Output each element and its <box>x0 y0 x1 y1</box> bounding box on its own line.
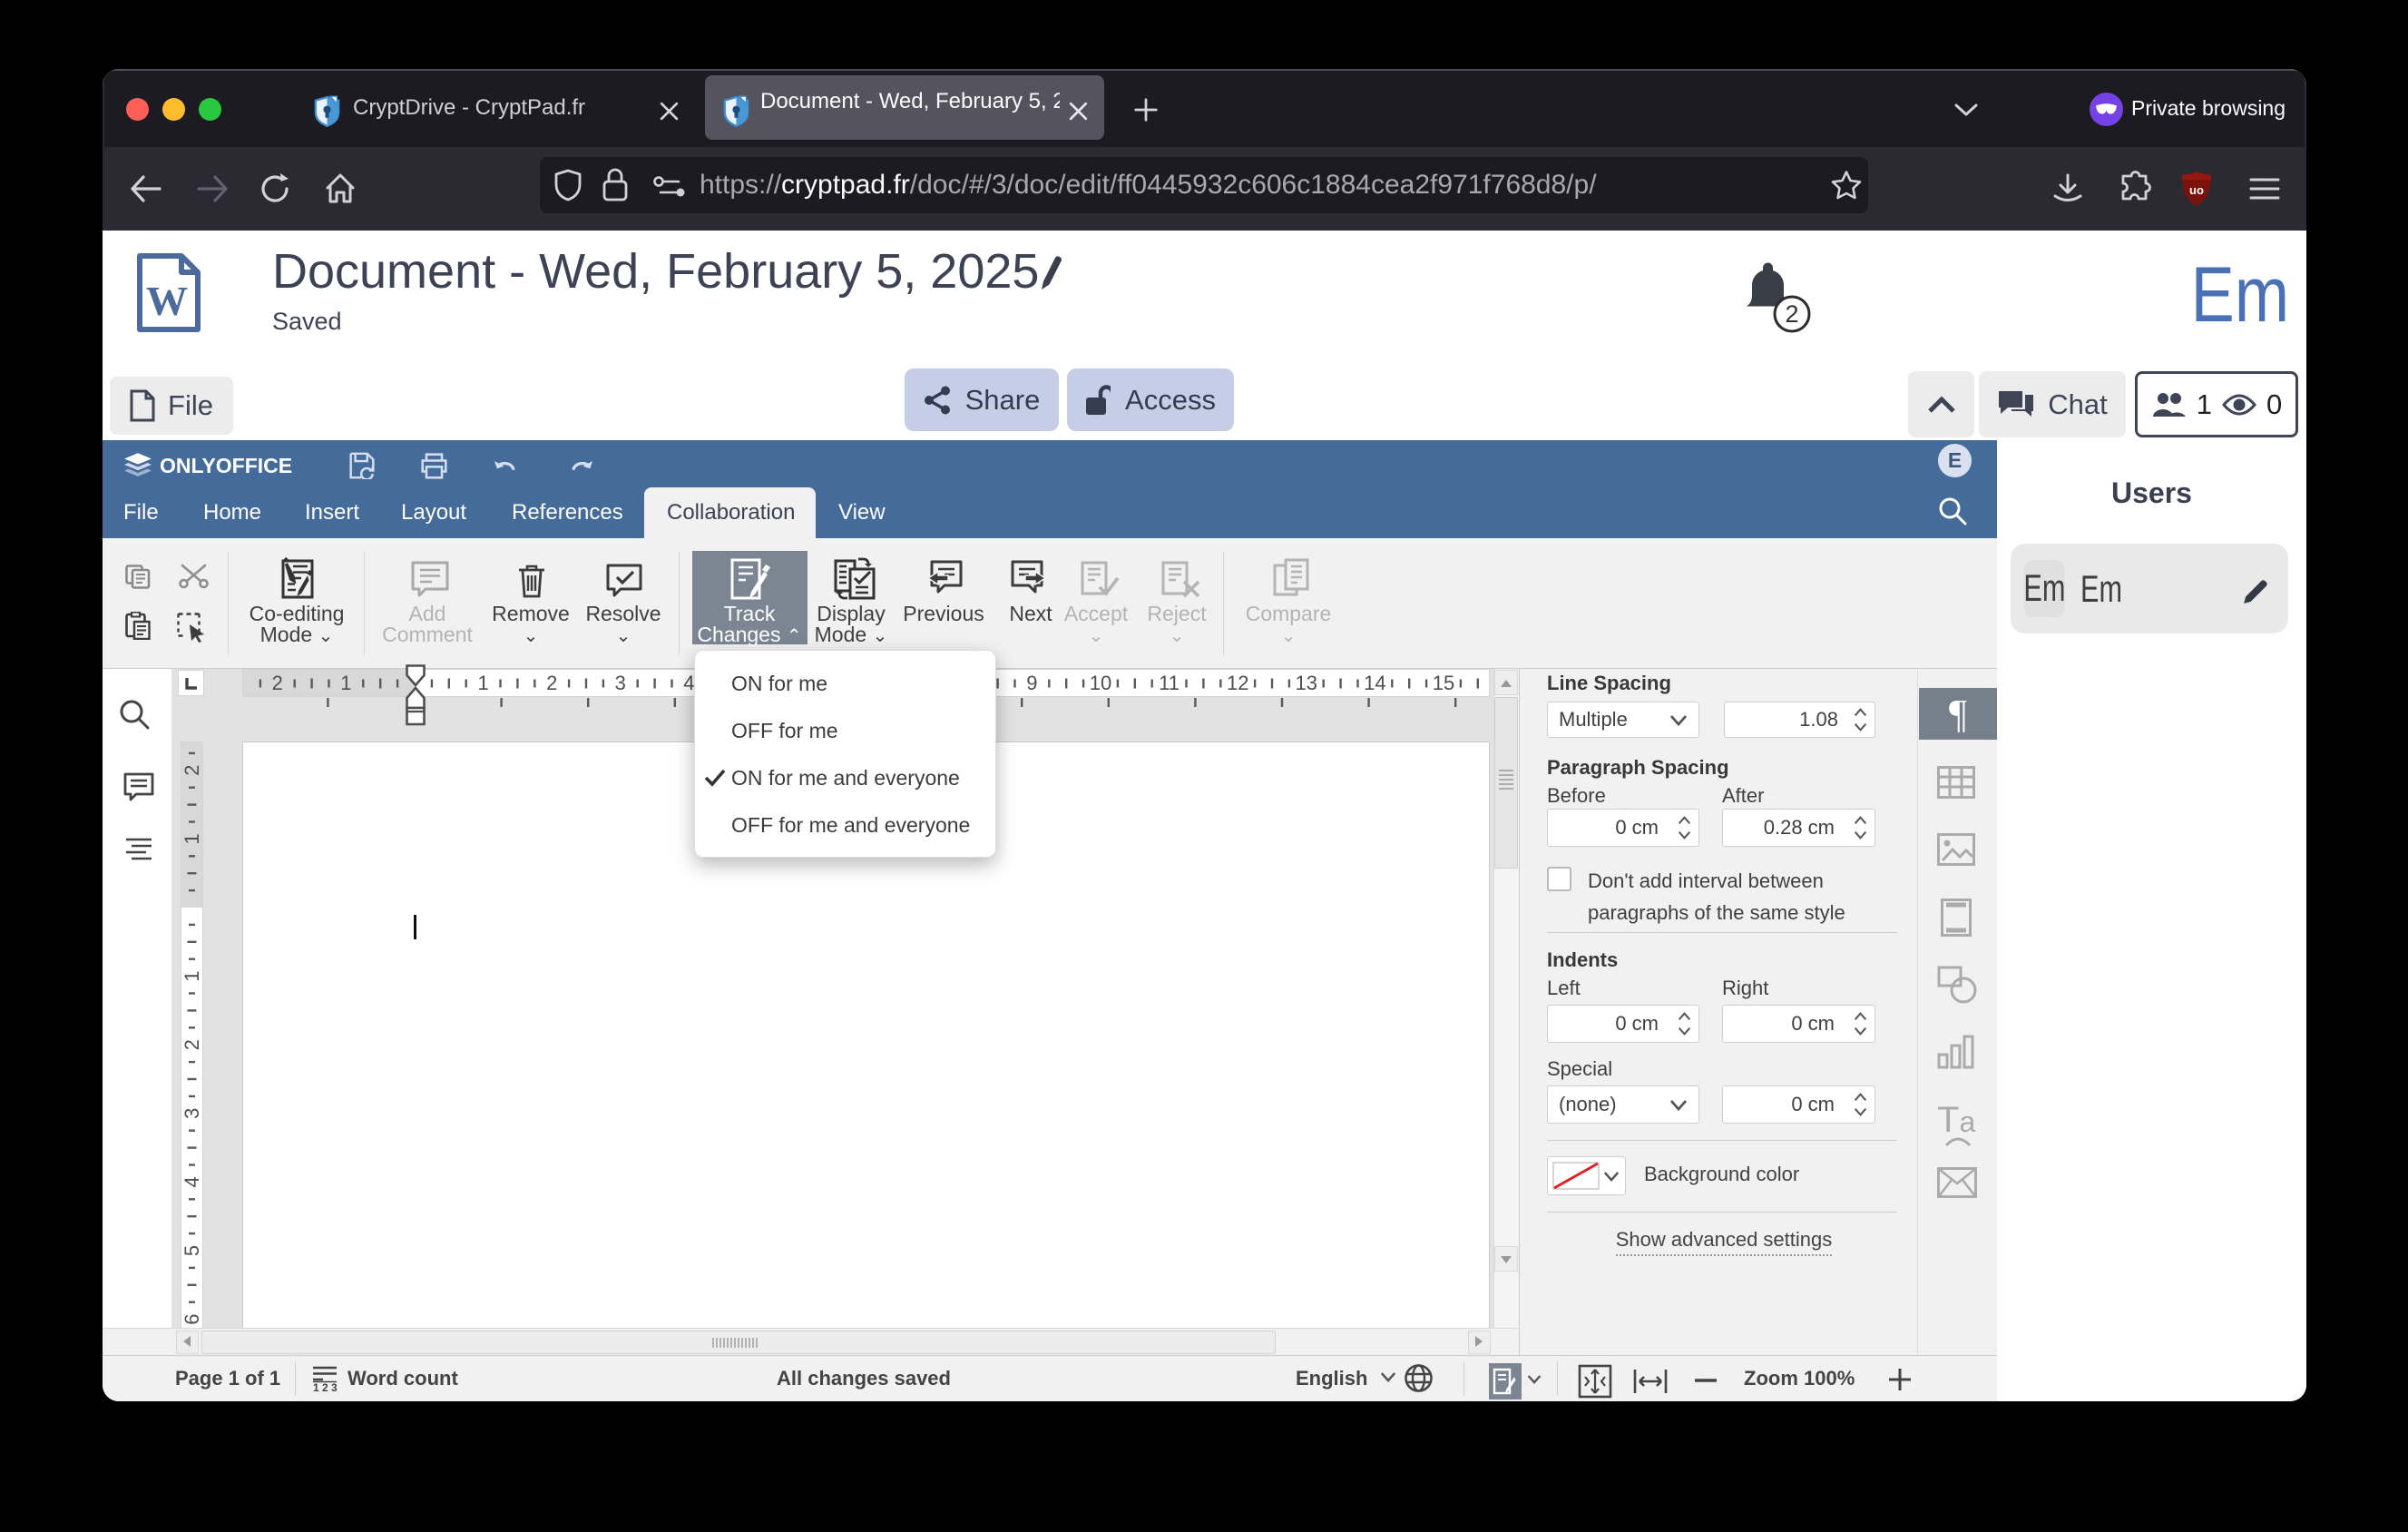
svg-text:6: 6 <box>181 1313 202 1324</box>
svg-text:5: 5 <box>181 1245 202 1256</box>
svg-text:uo: uo <box>2189 183 2204 197</box>
svg-text:1: 1 <box>181 970 202 981</box>
svg-text:1 2 3: 1 2 3 <box>313 1381 338 1392</box>
svg-text:4: 4 <box>181 1176 202 1187</box>
svg-text:W: W <box>146 278 188 324</box>
svg-text:4: 4 <box>683 672 694 694</box>
svg-text:15: 15 <box>1433 672 1454 694</box>
svg-text:10: 10 <box>1090 672 1111 694</box>
svg-text:2: 2 <box>546 672 557 694</box>
svg-text:13: 13 <box>1296 672 1317 694</box>
svg-text:9: 9 <box>1026 672 1037 694</box>
svg-text:2: 2 <box>1785 300 1798 328</box>
svg-text:3: 3 <box>181 1108 202 1119</box>
svg-text:1: 1 <box>181 833 202 844</box>
svg-text:12: 12 <box>1227 672 1248 694</box>
svg-text:11: 11 <box>1159 672 1180 694</box>
svg-text:2: 2 <box>272 672 283 694</box>
svg-text:1: 1 <box>340 672 351 694</box>
svg-text:14: 14 <box>1364 672 1385 694</box>
svg-text:1: 1 <box>477 672 488 694</box>
svg-text:2: 2 <box>181 1039 202 1050</box>
svg-text:2: 2 <box>181 765 202 776</box>
svg-text:3: 3 <box>615 672 626 694</box>
